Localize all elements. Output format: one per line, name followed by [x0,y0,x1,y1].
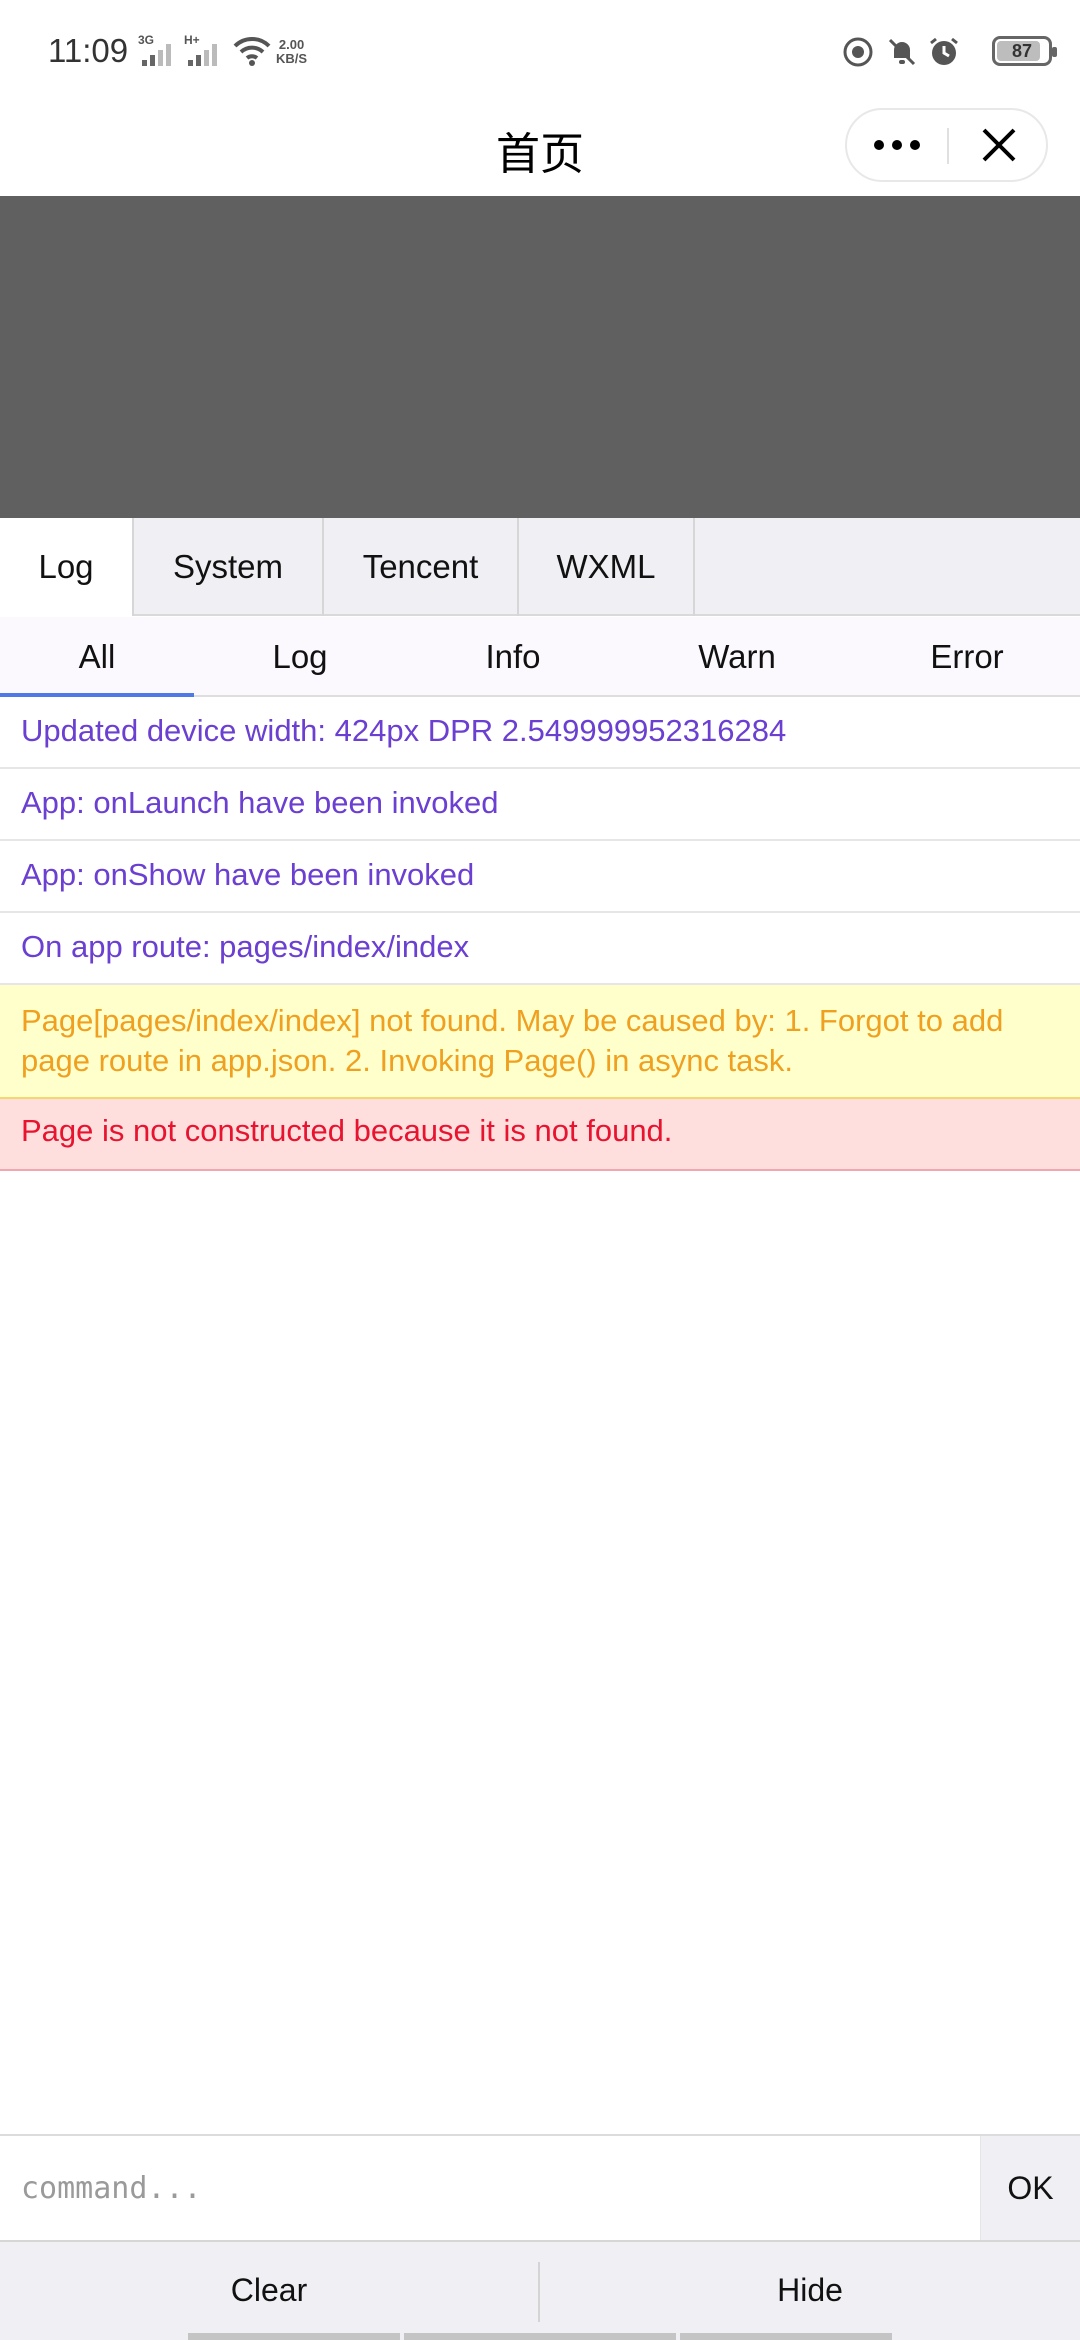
battery-level: 87 [1011,41,1033,61]
log-item: Updated device width: 424px DPR 2.549999… [0,697,1080,769]
status-icons: 87 [842,32,1057,72]
filter-warn[interactable]: Warn [620,617,854,697]
alarm-icon [930,37,958,65]
ok-button[interactable]: OK [980,2136,1080,2240]
command-bar: OK [0,2134,1080,2240]
more-button[interactable] [847,110,947,180]
home-indicator [188,2333,400,2340]
log-item: App: onLaunch have been invoked [0,769,1080,841]
mute-icon [888,38,916,66]
net-speed-unit: KB/S [276,51,308,66]
log-item: On app route: pages/index/index [0,913,1080,985]
mini-program-capsule [845,108,1048,182]
tab-system[interactable]: System [134,518,324,616]
net-speed: 2.00 KB/S [276,38,307,66]
status-bar: 11:09 3G H+ 2.00 KB/S 87 [0,0,1080,100]
command-input[interactable] [0,2136,980,2240]
clear-button[interactable]: Clear [0,2242,538,2338]
vpn-icon [843,37,873,67]
log-item-warning: Page[pages/index/index] not found. May b… [0,985,1080,1099]
log-item: App: onShow have been invoked [0,841,1080,913]
home-indicator [404,2333,676,2340]
tab-tencent[interactable]: Tencent [324,518,519,616]
status-time: 11:09 [48,32,129,69]
filter-all[interactable]: All [0,617,194,697]
nav-bar: 首页 [0,100,1080,196]
home-indicator [680,2333,892,2340]
console-mask[interactable] [0,196,1080,518]
console-main-tabs: Log System Tencent WXML [0,518,1080,616]
filter-info[interactable]: Info [406,617,620,697]
console-toolbar: Clear Hide [0,2240,1080,2340]
wifi-icon [233,36,271,66]
signal-icon: H+ [184,34,224,66]
log-list: Updated device width: 424px DPR 2.549999… [0,697,1080,1171]
hide-button[interactable]: Hide [540,2242,1080,2338]
log-filter-tabs: All Log Info Warn Error [0,617,1080,697]
net-speed-value: 2.00 [278,37,305,52]
more-dots-icon [874,140,884,150]
close-button[interactable] [949,110,1048,180]
filter-error[interactable]: Error [854,617,1080,697]
signal-icon: 3G [138,34,178,66]
battery-icon: 87 [992,36,1057,66]
tab-log[interactable]: Log [0,518,134,616]
tab-wxml[interactable]: WXML [519,518,695,616]
filter-log[interactable]: Log [194,617,406,697]
close-icon [982,128,1015,162]
log-item-error: Page is not constructed because it is no… [0,1099,1080,1171]
